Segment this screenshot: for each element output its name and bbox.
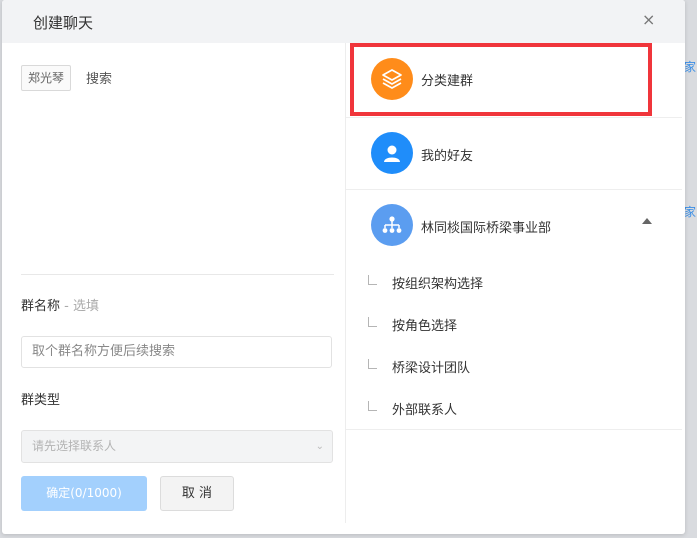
group-name-input[interactable]: 取个群名称方便后续搜索 <box>21 336 332 368</box>
background-link[interactable]: 家 <box>684 58 696 75</box>
tree-branch-icon <box>368 401 377 411</box>
my-friends-item[interactable]: 我的好友 <box>346 117 682 188</box>
tree-branch-icon <box>368 359 377 369</box>
subitem-label: 外部联系人 <box>392 403 458 418</box>
search-input[interactable]: 搜索 <box>86 68 112 87</box>
person-icon <box>371 132 413 174</box>
group-type-select[interactable]: 请先选择联系人 ⌄ <box>21 430 333 463</box>
chevron-down-icon: ⌄ <box>315 441 324 452</box>
group-name-label-text: 群名称 <box>21 299 61 314</box>
department-label: 林同棪国际桥梁事业部 <box>421 221 552 236</box>
dialog-title: 创建聊天 <box>33 14 94 32</box>
org-chart-icon <box>371 204 413 246</box>
dialog-header: 创建聊天 × <box>2 0 685 43</box>
tree-branch-icon <box>368 275 377 285</box>
right-panel: 分类建群 我的好友 林同棪国际桥梁事业部 按组织架构选择 按角色选择 桥梁设计团… <box>346 43 685 534</box>
caret-up-icon[interactable] <box>642 218 652 224</box>
close-icon[interactable]: × <box>642 11 655 29</box>
group-type-label: 群类型 <box>21 393 61 408</box>
group-name-label: 群名称 - 选填 <box>21 295 99 314</box>
category-group-item[interactable]: 分类建群 <box>346 43 682 113</box>
layers-icon <box>371 58 413 100</box>
my-friends-label: 我的好友 <box>421 149 474 164</box>
confirm-button[interactable]: 确定(0/1000) <box>21 476 147 511</box>
group-type-placeholder: 请先选择联系人 <box>32 439 117 453</box>
left-panel: 郑光琴 搜索 群名称 - 选填 取个群名称方便后续搜索 群类型 请先选择联系人 … <box>2 43 346 534</box>
subitem-label: 桥梁设计团队 <box>392 361 471 376</box>
divider <box>346 429 682 430</box>
background-link[interactable]: 家 <box>684 203 696 220</box>
divider <box>21 274 334 275</box>
department-item[interactable]: 林同棪国际桥梁事业部 <box>346 189 682 260</box>
tree-branch-icon <box>368 317 377 327</box>
subitem-label: 按角色选择 <box>392 319 458 334</box>
cancel-button[interactable]: 取 消 <box>160 476 234 511</box>
create-chat-dialog: 创建聊天 × 郑光琴 搜索 群名称 - 选填 取个群名称方便后续搜索 群类型 请… <box>2 0 685 534</box>
selected-contact-tag[interactable]: 郑光琴 <box>21 65 72 91</box>
optional-hint: - 选填 <box>60 299 99 314</box>
subitem-label: 按组织架构选择 <box>392 277 484 292</box>
category-group-label: 分类建群 <box>421 74 474 89</box>
